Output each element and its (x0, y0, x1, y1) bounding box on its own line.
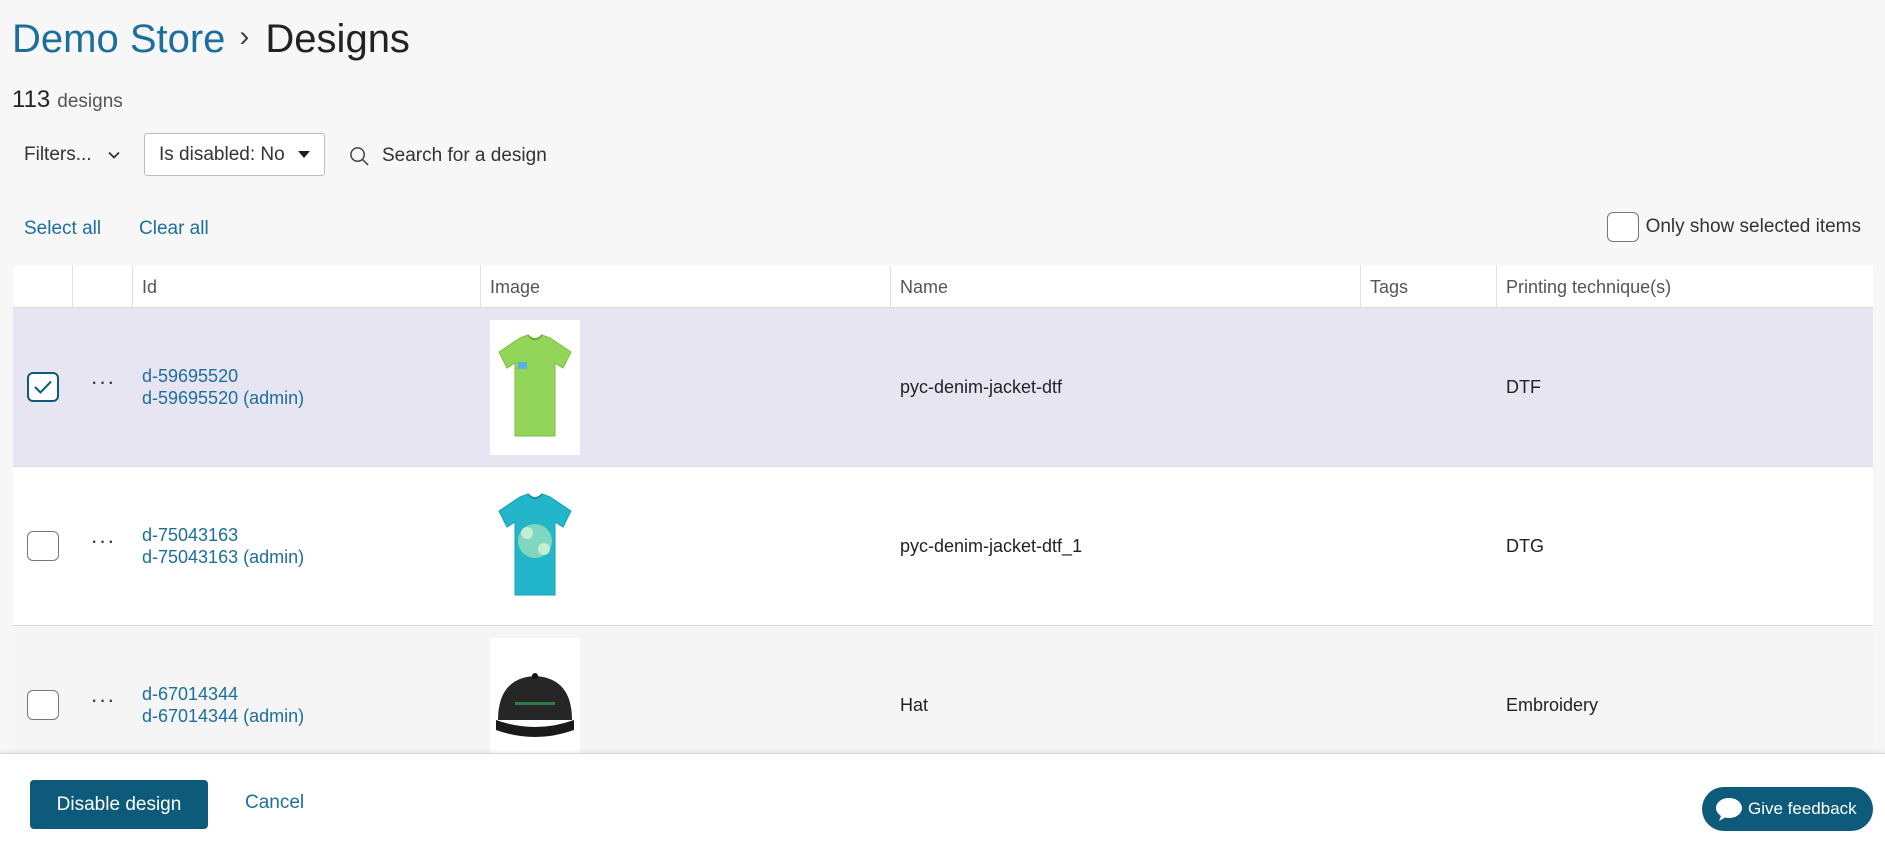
header-image: Image (481, 266, 891, 308)
select-all-link[interactable]: Select all (24, 218, 101, 240)
clear-all-link[interactable]: Clear all (139, 218, 209, 240)
is-disabled-value: Is disabled: No (159, 143, 285, 165)
row-image-cell (481, 308, 891, 466)
design-id-link[interactable]: d-75043163 (142, 524, 238, 546)
header-name[interactable]: Name (891, 266, 1361, 308)
only-show-selected-checkbox[interactable] (1606, 212, 1639, 242)
design-thumbnail[interactable] (490, 478, 580, 614)
design-printing-technique: DTF (1506, 376, 1541, 397)
caret-down-icon (298, 151, 310, 158)
table-row[interactable]: ··· d-75043163 d-75043163 (admin) pyc-de… (13, 467, 1873, 626)
row-id-cell: d-59695520 d-59695520 (admin) (133, 308, 481, 466)
checkmark-icon (34, 380, 52, 394)
breadcrumb-separator: › (239, 20, 250, 53)
only-show-selected-label: Only show selected items (1645, 216, 1861, 237)
design-admin-id-link[interactable]: d-67014344 (admin) (142, 705, 304, 727)
row-checkbox[interactable] (27, 372, 59, 402)
header-printing-technique: Printing technique(s) (1506, 276, 1672, 297)
design-id-link[interactable]: d-59695520 (142, 365, 238, 387)
green-tshirt-image (498, 334, 572, 437)
table-header: Id Image Name Tags Printing technique(s) (13, 266, 1873, 308)
design-count-number: 113 (12, 86, 51, 113)
design-count-label: designs (57, 91, 123, 112)
table-row[interactable]: ··· d-59695520 d-59695520 (admin) pyc-de… (13, 308, 1873, 467)
row-menu-cell: ··· (73, 467, 133, 625)
chevron-down-icon (107, 151, 120, 159)
row-menu-cell: ··· (73, 308, 133, 466)
design-admin-id-link[interactable]: d-59695520 (admin) (142, 387, 304, 409)
filters-label: Filters... (24, 144, 92, 165)
row-select-cell (13, 467, 73, 625)
search-icon (350, 146, 369, 166)
is-disabled-select[interactable]: Is disabled: No (144, 133, 325, 176)
design-printing-technique: DTG (1506, 535, 1544, 556)
teal-tshirt-image (498, 493, 572, 596)
more-options-icon[interactable]: ··· (91, 371, 116, 397)
design-tags (1361, 308, 1497, 466)
page-title: Designs (265, 16, 410, 61)
row-id-cell: d-75043163 d-75043163 (admin) (133, 467, 481, 625)
design-thumbnail[interactable] (490, 319, 580, 455)
more-options-icon[interactable]: ··· (91, 689, 116, 715)
row-checkbox[interactable] (27, 690, 59, 720)
search-box (349, 140, 609, 172)
design-tags (1361, 467, 1497, 625)
row-checkbox[interactable] (27, 531, 59, 561)
action-bar: Disable design Cancel Give feedback (0, 753, 1885, 847)
cancel-button[interactable]: Cancel (245, 792, 304, 814)
design-admin-id-link[interactable]: d-75043163 (admin) (142, 546, 304, 568)
row-select-cell (13, 308, 73, 466)
give-feedback-button[interactable]: Give feedback (1702, 787, 1873, 831)
only-show-selected-toggle[interactable]: Only show selected items (1606, 212, 1861, 242)
row-image-cell (481, 467, 891, 625)
designs-table: Id Image Name Tags Printing technique(s)… (13, 266, 1873, 785)
search-input[interactable] (382, 145, 602, 167)
filters-dropdown[interactable]: Filters... (14, 138, 124, 172)
header-id[interactable]: Id (133, 266, 481, 308)
design-name: pyc-denim-jacket-dtf (900, 376, 1063, 397)
chat-bubble-icon (1716, 798, 1742, 821)
header-actions-column (73, 266, 133, 308)
black-hat-image (496, 673, 574, 737)
design-id-link[interactable]: d-67014344 (142, 683, 238, 705)
header-select-column (13, 266, 73, 308)
designs-page: Demo Store › Designs 113 designs Filters… (0, 0, 1885, 847)
breadcrumb: Demo Store › Designs (12, 14, 410, 64)
disable-design-button[interactable]: Disable design (30, 780, 208, 829)
header-tags: Tags (1361, 266, 1497, 308)
give-feedback-label: Give feedback (1748, 799, 1857, 818)
more-options-icon[interactable]: ··· (91, 530, 116, 556)
breadcrumb-store-link[interactable]: Demo Store (12, 17, 225, 62)
design-count: 113 designs (12, 86, 123, 114)
design-name: pyc-denim-jacket-dtf_1 (900, 535, 1083, 556)
